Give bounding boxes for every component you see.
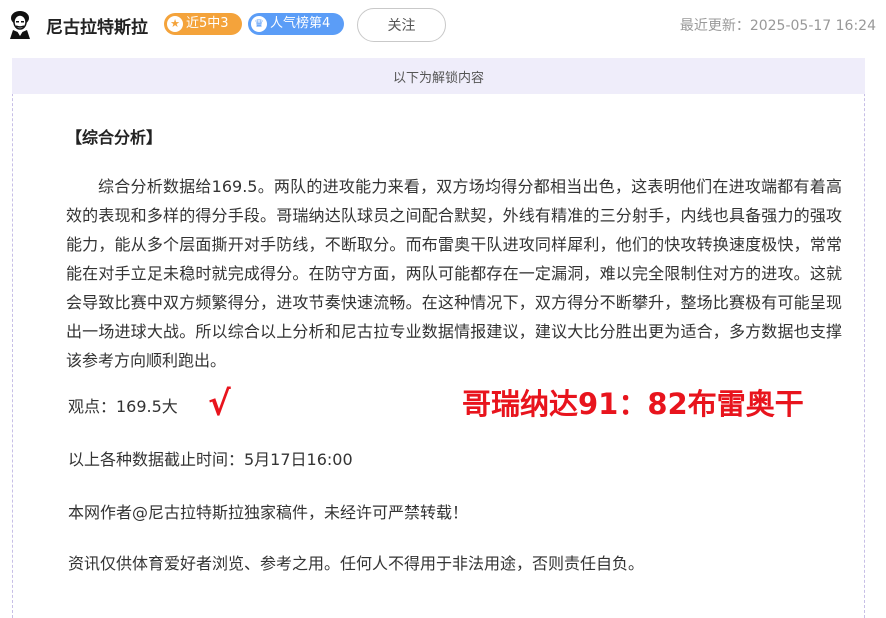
unlock-notice: 以下为解锁内容 bbox=[12, 58, 865, 94]
follow-button[interactable]: 关注 bbox=[357, 8, 446, 42]
star-icon: ★ bbox=[167, 16, 183, 32]
analysis-paragraph: 综合分析数据给169.5。两队的进攻能力来看，双方场均得分都相当出色，这表明他们… bbox=[66, 177, 842, 370]
streak-badge-label: 近5中3 bbox=[186, 16, 229, 31]
rank-badge-label: 人气榜第4 bbox=[270, 16, 331, 31]
copyright-notice: 本网作者@尼古拉特斯拉独家稿件，未经许可严禁转载！ bbox=[68, 503, 469, 522]
prediction-view: 观点：169.5大 bbox=[68, 397, 178, 416]
section-title: 【综合分析】 bbox=[66, 128, 163, 147]
last-updated: 最近更新：2025-05-17 16:24 bbox=[679, 18, 876, 34]
check-mark-icon: √ bbox=[208, 384, 231, 424]
author-name[interactable]: 尼古拉特斯拉 bbox=[46, 13, 148, 38]
disclaimer: 资讯仅供体育爱好者浏览、参考之用。任何人不得用于非法用途，否则责任自负。 bbox=[68, 554, 645, 573]
crown-icon: ♛ bbox=[251, 16, 267, 32]
data-cutoff: 以上各种数据截止时间：5月17日16:00 bbox=[68, 450, 353, 469]
streak-badge: ★ 近5中3 bbox=[164, 13, 242, 35]
avatar[interactable] bbox=[6, 9, 34, 39]
rank-badge: ♛ 人气榜第4 bbox=[248, 13, 344, 35]
author-header: 尼古拉特斯拉 ★ 近5中3 ♛ 人气榜第4 关注 最近更新：2025-05-17… bbox=[0, 0, 886, 52]
final-score: 哥瑞纳达91：82布雷奥干 bbox=[462, 387, 804, 421]
